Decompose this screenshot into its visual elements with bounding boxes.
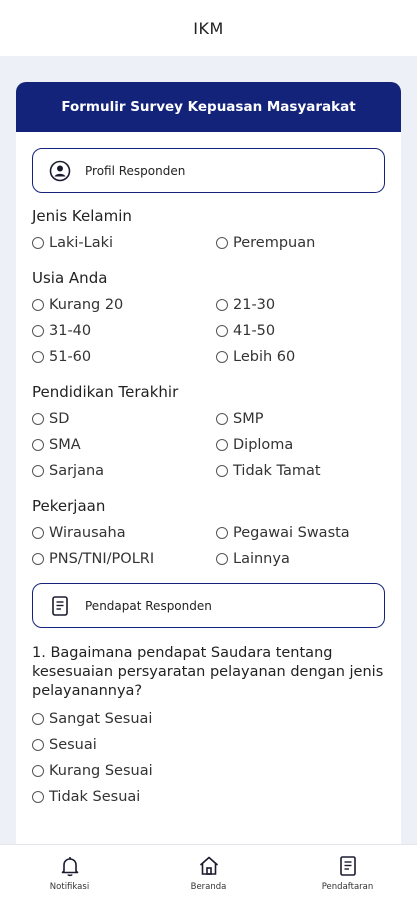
radio-option[interactable]: 31-40 xyxy=(32,321,216,341)
radio-option[interactable]: Pegawai Swasta xyxy=(216,523,386,543)
radio-option[interactable]: 41-50 xyxy=(216,321,386,341)
radio-option[interactable]: SMA xyxy=(32,435,216,455)
radio-option[interactable]: Sarjana xyxy=(32,461,216,481)
radio-circle[interactable] xyxy=(216,413,228,425)
bell-icon xyxy=(58,854,82,878)
card-header: Formulir Survey Kepuasan Masyarakat xyxy=(16,82,401,132)
radio-circle[interactable] xyxy=(216,299,228,311)
home-icon xyxy=(197,854,221,878)
age-options: Kurang 20 21-30 31-40 41-50 51-60 Lebih … xyxy=(32,295,385,367)
radio-option[interactable]: Tidak Tamat xyxy=(216,461,386,481)
radio-option[interactable]: SD xyxy=(32,409,216,429)
nav-label: Pendaftaran xyxy=(321,881,374,892)
option-label: Sesuai xyxy=(49,737,97,753)
bottom-navigation: Notifikasi Beranda Pendaftaran xyxy=(0,844,417,900)
gender-options: Laki-Laki Perempuan xyxy=(32,233,385,253)
radio-circle[interactable] xyxy=(216,325,228,337)
radio-circle[interactable] xyxy=(216,553,228,565)
option-label: Lainnya xyxy=(233,551,290,567)
section-label: Pendapat Responden xyxy=(85,598,212,613)
radio-circle[interactable] xyxy=(32,765,44,777)
radio-circle[interactable] xyxy=(216,439,228,451)
clipboard-icon xyxy=(336,854,360,878)
radio-circle[interactable] xyxy=(32,553,44,565)
radio-option[interactable]: Perempuan xyxy=(216,233,386,253)
option-label: SMA xyxy=(49,437,81,453)
radio-option[interactable]: Sesuai xyxy=(32,735,372,755)
option-label: Kurang 20 xyxy=(49,297,124,313)
scroll-content[interactable]: Formulir Survey Kepuasan Masyarakat Prof… xyxy=(0,56,417,844)
option-label: Tidak Tamat xyxy=(233,463,321,479)
radio-option[interactable]: Sangat Sesuai xyxy=(32,709,372,729)
radio-option[interactable]: Kurang 20 xyxy=(32,295,216,315)
app-title: IKM xyxy=(193,18,224,38)
radio-option[interactable]: Kurang Sesuai xyxy=(32,761,372,781)
nav-notifikasi[interactable]: Notifikasi xyxy=(15,854,125,892)
option-label: SD xyxy=(49,411,70,427)
radio-option[interactable]: SMP xyxy=(216,409,386,429)
radio-circle[interactable] xyxy=(32,439,44,451)
radio-option[interactable]: Laki-Laki xyxy=(32,233,216,253)
radio-option[interactable]: Tidak Sesuai xyxy=(32,787,372,807)
section-pendapat-responden: Pendapat Responden xyxy=(32,583,385,628)
job-options: Wirausaha Pegawai Swasta PNS/TNI/POLRI L… xyxy=(32,523,385,569)
option-label: SMP xyxy=(233,411,264,427)
option-label: Wirausaha xyxy=(49,525,126,541)
radio-option[interactable]: Lainnya xyxy=(216,549,386,569)
education-options: SD SMP SMA Diploma Sarjana Tidak Tamat xyxy=(32,409,385,481)
radio-option[interactable]: PNS/TNI/POLRI xyxy=(32,549,216,569)
radio-option[interactable]: Diploma xyxy=(216,435,386,455)
card-title: Formulir Survey Kepuasan Masyarakat xyxy=(61,99,356,115)
option-label: Perempuan xyxy=(233,235,316,251)
radio-circle[interactable] xyxy=(32,713,44,725)
option-label: Lebih 60 xyxy=(233,349,296,365)
option-label: Laki-Laki xyxy=(49,235,114,251)
nav-label: Notifikasi xyxy=(49,881,90,892)
radio-circle[interactable] xyxy=(32,791,44,803)
radio-option[interactable]: 21-30 xyxy=(216,295,386,315)
nav-beranda[interactable]: Beranda xyxy=(154,854,264,892)
option-label: Sangat Sesuai xyxy=(49,711,153,727)
option-label: 31-40 xyxy=(49,323,92,339)
radio-circle[interactable] xyxy=(216,527,228,539)
section-profil-responden: Profil Responden xyxy=(32,148,385,193)
age-label: Usia Anda xyxy=(32,269,108,287)
radio-circle[interactable] xyxy=(216,351,228,363)
radio-circle[interactable] xyxy=(32,237,44,249)
radio-circle[interactable] xyxy=(32,299,44,311)
question-1-text: 1. Bagaimana pendapat Saudara tentang ke… xyxy=(32,645,384,699)
radio-circle[interactable] xyxy=(32,527,44,539)
survey-card: Formulir Survey Kepuasan Masyarakat Prof… xyxy=(16,82,401,844)
gender-label: Jenis Kelamin xyxy=(32,207,132,225)
question-1-options: Sangat Sesuai Sesuai Kurang Sesuai Tidak… xyxy=(32,709,385,807)
card-body: Profil Responden Jenis Kelamin Laki-Laki… xyxy=(16,132,401,807)
radio-circle[interactable] xyxy=(32,413,44,425)
nav-label: Beranda xyxy=(190,881,227,892)
radio-circle[interactable] xyxy=(216,237,228,249)
option-label: 51-60 xyxy=(49,349,92,365)
section-label: Profil Responden xyxy=(85,163,186,178)
user-circle-icon xyxy=(49,160,71,182)
radio-circle[interactable] xyxy=(32,739,44,751)
radio-option[interactable]: Wirausaha xyxy=(32,523,216,543)
document-icon xyxy=(49,595,71,617)
nav-pendaftaran[interactable]: Pendaftaran xyxy=(293,854,403,892)
option-label: Pegawai Swasta xyxy=(233,525,350,541)
option-label: Diploma xyxy=(233,437,294,453)
option-label: Kurang Sesuai xyxy=(49,763,153,779)
radio-circle[interactable] xyxy=(32,351,44,363)
option-label: Sarjana xyxy=(49,463,105,479)
option-label: 41-50 xyxy=(233,323,276,339)
radio-circle[interactable] xyxy=(216,465,228,477)
radio-circle[interactable] xyxy=(32,325,44,337)
radio-option[interactable]: Lebih 60 xyxy=(216,347,386,367)
option-label: 21-30 xyxy=(233,297,276,313)
option-label: PNS/TNI/POLRI xyxy=(49,551,155,567)
radio-circle[interactable] xyxy=(32,465,44,477)
education-label: Pendidikan Terakhir xyxy=(32,383,179,401)
radio-option[interactable]: 51-60 xyxy=(32,347,216,367)
option-label: Tidak Sesuai xyxy=(49,789,141,805)
job-label: Pekerjaan xyxy=(32,497,106,515)
app-bar: IKM xyxy=(0,0,417,56)
